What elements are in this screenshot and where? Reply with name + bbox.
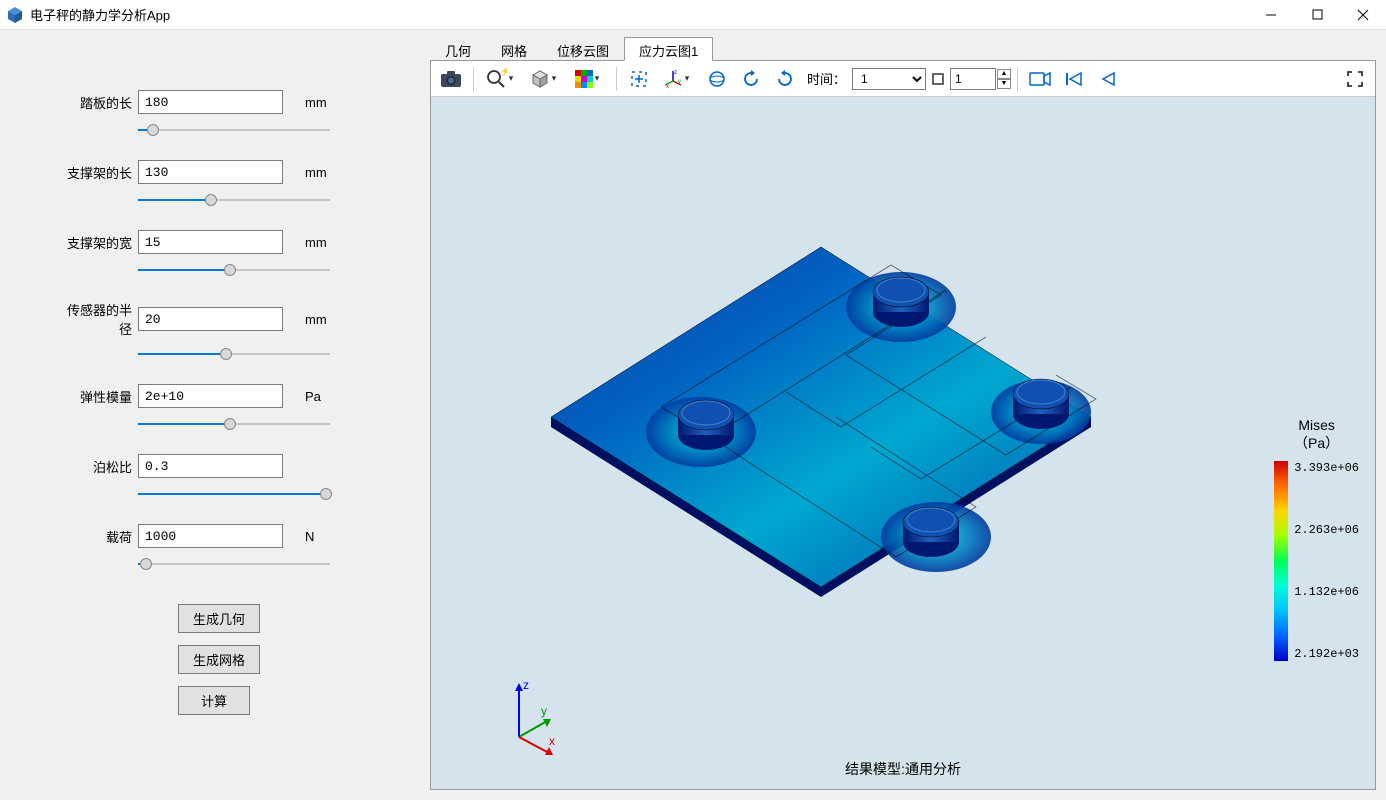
fit-view-icon[interactable]	[623, 64, 655, 94]
maximize-button[interactable]	[1294, 0, 1340, 30]
chevron-down-icon: ▾	[591, 73, 603, 84]
spin-down-icon[interactable]: ▼	[997, 79, 1011, 89]
rotate-ccw-icon[interactable]	[735, 64, 767, 94]
chevron-down-icon: ▾	[548, 73, 560, 84]
tab-stress[interactable]: 应力云图1	[624, 37, 713, 61]
stop-icon[interactable]	[928, 64, 948, 94]
result-model-label: 结果模型:通用分析	[845, 759, 961, 779]
param-unit: mm	[305, 95, 327, 110]
support-length-slider[interactable]	[138, 192, 330, 208]
param-row: 弹性模量 Pa	[60, 384, 376, 408]
generate-mesh-button[interactable]: 生成网格	[178, 645, 260, 674]
legend-tick: 1.132e+06	[1294, 585, 1359, 599]
time-select[interactable]: 1	[852, 68, 926, 90]
param-label: 弹性模量	[60, 387, 138, 406]
prev-frame-icon[interactable]	[1092, 64, 1124, 94]
axis-orientation-icon[interactable]: zyx ▾	[657, 64, 699, 94]
elastic-modulus-input[interactable]	[138, 384, 283, 408]
param-unit: mm	[305, 235, 327, 250]
camera-icon[interactable]	[435, 64, 467, 94]
tab-geometry[interactable]: 几何	[430, 37, 486, 61]
viewport-panel: 几何 网格 位移云图 应力云图1 ⚡ ▾ ▾	[426, 30, 1386, 800]
zoom-icon[interactable]: ⚡ ▾	[480, 64, 522, 94]
window-title: 电子秤的静力学分析App	[30, 5, 170, 24]
video-camera-icon[interactable]	[1024, 64, 1056, 94]
poisson-ratio-input[interactable]	[138, 454, 283, 478]
app-icon	[6, 6, 24, 24]
legend-colorbar	[1274, 461, 1288, 661]
support-length-input[interactable]	[138, 160, 283, 184]
poisson-ratio-slider[interactable]	[138, 486, 330, 502]
viewport-toolbar: ⚡ ▾ ▾ ▾ zyx ▾	[431, 61, 1375, 97]
param-label: 泊松比	[60, 457, 138, 476]
param-unit: Pa	[305, 389, 321, 404]
param-label: 支撑架的宽	[60, 233, 138, 252]
svg-text:y: y	[541, 704, 547, 718]
param-label: 踏板的长	[60, 93, 138, 112]
svg-text:z: z	[674, 70, 677, 76]
tab-mesh[interactable]: 网格	[486, 37, 542, 61]
load-slider[interactable]	[138, 556, 330, 572]
minimize-button[interactable]	[1248, 0, 1294, 30]
legend-title-1: Mises	[1298, 417, 1335, 433]
chevron-down-icon: ▾	[505, 73, 517, 84]
sensor-radius-slider[interactable]	[138, 346, 330, 362]
fullscreen-icon[interactable]	[1339, 64, 1371, 94]
support-width-input[interactable]	[138, 230, 283, 254]
view-mode-icon[interactable]: ▾	[524, 64, 566, 94]
param-label: 传感器的半径	[60, 300, 138, 338]
tab-displacement[interactable]: 位移云图	[542, 37, 624, 61]
time-label: 时间：	[807, 69, 846, 88]
param-label: 支撑架的长	[60, 163, 138, 182]
svg-text:z: z	[523, 679, 529, 692]
legend-tick: 2.192e+03	[1294, 647, 1359, 661]
param-row: 支撑架的长 mm	[60, 160, 376, 184]
titlebar: 电子秤的静力学分析App	[0, 0, 1386, 30]
param-row: 踏板的长 mm	[60, 90, 376, 114]
sensor-radius-input[interactable]	[138, 307, 283, 331]
result-tabs: 几何 网格 位移云图 应力云图1	[430, 36, 1376, 60]
result-canvas[interactable]: z y x Mises （Pa）	[431, 97, 1375, 789]
legend-tick: 2.263e+06	[1294, 523, 1359, 537]
chevron-down-icon: ▾	[681, 73, 693, 84]
support-width-slider[interactable]	[138, 262, 330, 278]
param-unit: N	[305, 529, 314, 544]
param-unit: mm	[305, 312, 327, 327]
param-label: 载荷	[60, 527, 138, 546]
parameter-panel: 踏板的长 mm 支撑架的长 mm 支撑架的宽 mm 传感器的半径 mm 弹性模量…	[0, 30, 426, 800]
close-button[interactable]	[1340, 0, 1386, 30]
load-input[interactable]	[138, 524, 283, 548]
elastic-modulus-slider[interactable]	[138, 416, 330, 432]
rotate-cw-icon[interactable]	[769, 64, 801, 94]
color-legend: Mises （Pa） 3.393e+06 2.263e+06 1.132e+06…	[1274, 417, 1359, 661]
axis-triad: z y x	[501, 679, 561, 739]
param-row: 载荷 N	[60, 524, 376, 548]
param-row: 传感器的半径 mm	[60, 300, 376, 338]
pedal-length-slider[interactable]	[138, 122, 330, 138]
rotate-icon[interactable]	[701, 64, 733, 94]
pedal-length-input[interactable]	[138, 90, 283, 114]
spin-up-icon[interactable]: ▲	[997, 69, 1011, 79]
svg-text:x: x	[549, 734, 555, 748]
model-geometry	[531, 187, 1111, 607]
svg-text:x: x	[666, 84, 669, 89]
generate-geometry-button[interactable]: 生成几何	[178, 604, 260, 633]
legend-tick: 3.393e+06	[1294, 461, 1359, 475]
first-frame-icon[interactable]	[1058, 64, 1090, 94]
legend-title-2: （Pa）	[1294, 435, 1339, 451]
colormap-icon[interactable]: ▾	[568, 64, 610, 94]
param-row: 支撑架的宽 mm	[60, 230, 376, 254]
frame-input[interactable]	[950, 68, 996, 90]
param-unit: mm	[305, 165, 327, 180]
compute-button[interactable]: 计算	[178, 686, 250, 715]
param-row: 泊松比	[60, 454, 376, 478]
